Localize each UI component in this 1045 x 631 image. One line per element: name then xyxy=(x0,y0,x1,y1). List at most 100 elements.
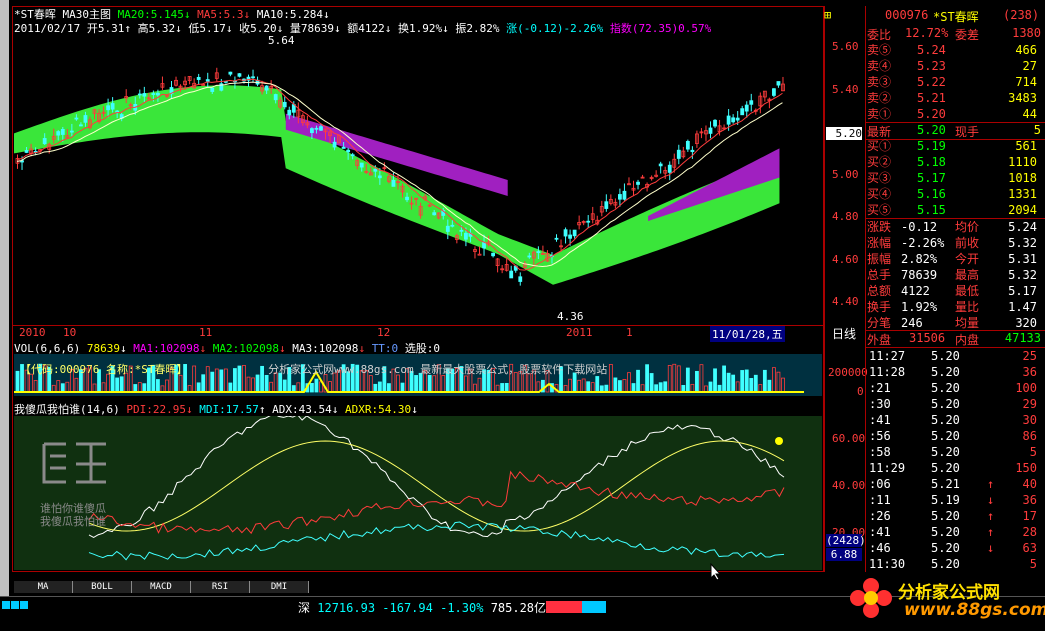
indicator-chart[interactable] xyxy=(14,416,822,570)
vol-bar xyxy=(663,381,668,393)
ind-logo xyxy=(36,438,116,488)
candle-body xyxy=(459,229,464,232)
buy-row: 买⑤ 5.15 2094 xyxy=(865,202,1041,218)
candle-body xyxy=(210,87,215,92)
tick-price: 5.20 xyxy=(931,509,960,523)
vol-bar xyxy=(767,379,772,393)
buy-book: 买① 5.19 561 买② 5.18 1110 买③ 5.17 1018 买④ 5.16 1331 买… xyxy=(865,138,1045,218)
candle-body xyxy=(332,141,337,148)
quote-name: *ST春晖 xyxy=(933,10,979,24)
tick-price: 5.19 xyxy=(931,493,960,507)
price-chart[interactable] xyxy=(14,36,822,324)
vol-bar xyxy=(722,365,726,393)
sell-row: 卖④ 5.23 27 xyxy=(865,58,1041,74)
candle-body xyxy=(69,130,74,133)
tab-rsi[interactable]: RSI xyxy=(191,581,250,593)
candle-body xyxy=(205,79,210,82)
buy-price: 5.15 xyxy=(917,203,946,217)
candle-body xyxy=(568,234,572,239)
price-axis-line xyxy=(824,6,825,572)
tab-macd[interactable]: MACD xyxy=(132,581,191,593)
left-edge-bar xyxy=(0,0,9,630)
sell-volume: 44 xyxy=(1022,107,1037,121)
vol-bar xyxy=(115,377,120,393)
sell-price: 5.21 xyxy=(917,91,946,105)
status-index: 深 12716.93 -167.94 -1.30% 785.28亿 xyxy=(298,599,546,616)
watermark: 分析家公式网 www.88gs.com xyxy=(848,574,1045,626)
stat-label: 换手 xyxy=(867,300,892,314)
sell-volume: 27 xyxy=(1022,59,1037,73)
stat-value: 2.82% xyxy=(901,252,938,266)
vol-bar xyxy=(387,383,391,393)
candle-body xyxy=(237,73,242,77)
sell-book: 卖⑤ 5.24 466 卖④ 5.23 27 卖③ 5.22 714 卖② 5.21 3483 卖① 5.… xyxy=(865,42,1045,122)
candle-body xyxy=(24,150,29,153)
vol-bar xyxy=(713,368,717,393)
buy-volume: 1110 xyxy=(1008,155,1037,169)
ma20-value: MA20:5.145 xyxy=(117,8,184,21)
stat-label-2: 最低 xyxy=(955,284,980,298)
sell-label: 卖③ xyxy=(867,75,892,89)
ind-end-dot xyxy=(775,437,783,445)
quote-code: 000976 xyxy=(885,8,929,22)
candle-body xyxy=(74,117,79,120)
weibi-row: 委比 12.72% 委差 1380 xyxy=(865,26,1045,42)
volume-value: 量78639 xyxy=(289,22,334,35)
flower-logo-icon xyxy=(850,578,892,618)
vol-bar xyxy=(119,376,124,393)
candle-body xyxy=(464,232,468,240)
date-label-1: 10 xyxy=(63,326,77,339)
stat-row: 振幅 2.82% 今开 5.31 xyxy=(865,251,1041,267)
vol-banner-code: 【代码:000976 名称:*ST春晖】 xyxy=(20,363,188,376)
candle-body xyxy=(432,212,437,216)
vol-bar xyxy=(414,375,418,393)
tick-arrow: ↑ xyxy=(987,525,995,539)
tab-boll[interactable]: BOLL xyxy=(73,581,132,593)
candle-body xyxy=(106,105,110,111)
turnover-value: 换1.92% xyxy=(397,22,443,35)
candle-body xyxy=(518,276,523,282)
stat-value-2: 5.31 xyxy=(1008,252,1037,266)
candle-body xyxy=(228,71,233,75)
vol-bar xyxy=(196,382,201,393)
buy-label: 买③ xyxy=(867,171,892,185)
vol-bar xyxy=(314,378,319,393)
period-label[interactable]: 日线 xyxy=(832,325,856,342)
vol-bar xyxy=(282,379,287,393)
lock-icon[interactable]: ⊞ xyxy=(824,8,831,22)
candle-body xyxy=(622,190,627,200)
ind-pdi: PDI:22.95 xyxy=(126,403,186,416)
vol-bar xyxy=(500,383,505,393)
vol-bar xyxy=(731,374,736,393)
date-cursor: 11/01/28,五 xyxy=(710,326,785,342)
candle-body xyxy=(373,168,378,172)
vol-bar xyxy=(618,380,622,393)
tick-list[interactable]: 11:27 5.20 25 11:28 5.20 36:21 5.20 100:30 5.20 2… xyxy=(865,348,1045,572)
tick-time: :56 xyxy=(869,429,891,443)
buy-row: 买④ 5.16 1331 xyxy=(865,186,1041,202)
tick-volume: 17 xyxy=(1022,509,1037,523)
sell-price: 5.24 xyxy=(917,43,946,57)
vol-axis-zero: 0 xyxy=(857,385,864,398)
stat-value: 4122 xyxy=(901,284,930,298)
amplitude-value: 振2.82% xyxy=(455,22,500,35)
candle-body xyxy=(731,117,736,123)
index-value: 指数(72.35)0.57% xyxy=(609,22,712,35)
candle-body xyxy=(554,237,559,240)
candle-body xyxy=(56,131,61,136)
buy-volume: 561 xyxy=(1015,139,1037,153)
vol-bar xyxy=(400,382,405,393)
tab-ma[interactable]: MA xyxy=(14,581,73,593)
vol-banner: 【代码:000976 名称:*ST春晖】 分析家公式网www.88gs.com … xyxy=(20,361,607,377)
tick-row: 11:30 5.20 5 xyxy=(865,556,1041,572)
neipan-label: 内盘 xyxy=(955,333,980,347)
waipan-value: 31506 xyxy=(909,331,946,345)
candle-body xyxy=(251,76,255,79)
candle-body xyxy=(137,93,142,96)
date-label-5: 1 xyxy=(626,326,633,339)
candle-body xyxy=(391,179,396,187)
ind-logo-icon xyxy=(42,442,106,484)
tab-dmi[interactable]: DMI xyxy=(250,581,309,593)
stat-label-2: 今开 xyxy=(955,252,980,266)
tick-row: :46 5.20 ↓ 63 xyxy=(865,540,1041,556)
